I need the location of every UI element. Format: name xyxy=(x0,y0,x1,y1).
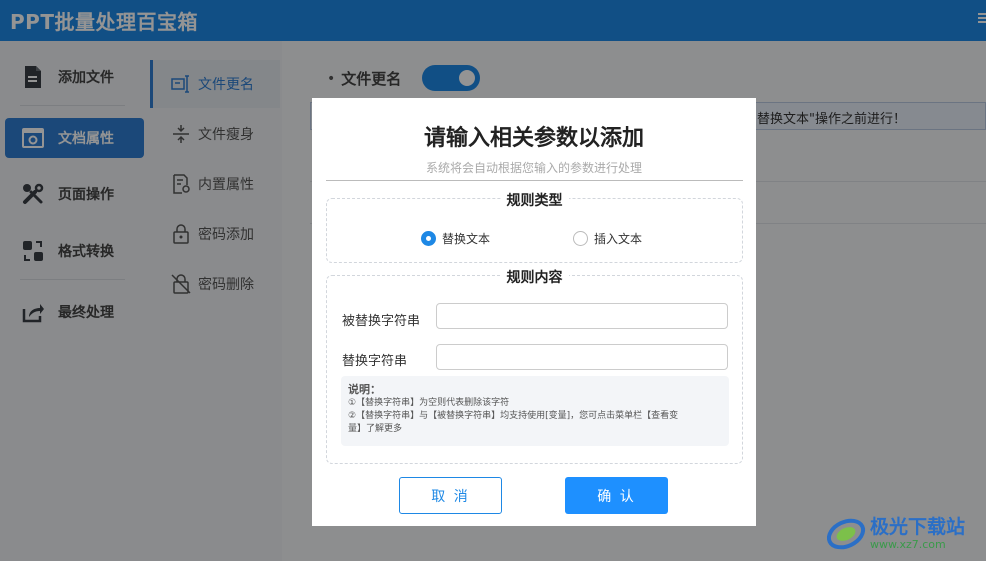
rule-type-group: 规则类型 替换文本 插入文本 xyxy=(326,193,743,263)
watermark-logo: 极光下载站 www.xz7.com xyxy=(824,508,984,556)
rule-content-legend: 规则内容 xyxy=(500,270,569,286)
instructions-line: ①【替换字符串】为空则代表删除该字符 xyxy=(348,398,510,408)
rule-content-group: 规则内容 被替换字符串 替换字符串 说明： ①【替换字符串】为空则代表删除该字符… xyxy=(326,270,743,464)
radio-replace-text[interactable]: 替换文本 xyxy=(421,230,490,247)
radio-insert-text[interactable]: 插入文本 xyxy=(573,230,642,247)
divider xyxy=(326,180,743,181)
confirm-button[interactable]: 确 认 xyxy=(565,477,668,514)
instructions-title: 说明： xyxy=(348,383,381,396)
replace-string-label: 替换字符串 xyxy=(342,354,408,369)
find-string-label: 被替换字符串 xyxy=(342,314,421,329)
radio-label: 插入文本 xyxy=(594,232,643,246)
dialog-subtitle: 系统将会自动根据您输入的参数进行处理 xyxy=(425,161,642,175)
radio-checked-icon xyxy=(421,231,436,246)
instructions-box: 说明： ①【替换字符串】为空则代表删除该字符 ②【替换字符串】与【被替换字符串】… xyxy=(341,376,729,446)
instructions-line: 量】了解更多 xyxy=(348,424,403,434)
instructions-line: ②【替换字符串】与【被替换字符串】均支持使用[变量]，您可点击菜单栏【查看变 xyxy=(348,411,679,421)
radio-label: 替换文本 xyxy=(442,232,491,246)
dialog-title: 请输入相关参数以添加 xyxy=(423,126,644,151)
radio-unchecked-icon xyxy=(573,231,588,246)
add-rule-dialog: 请输入相关参数以添加 系统将会自动根据您输入的参数进行处理 规则类型 替换文本 … xyxy=(312,98,756,526)
watermark-url: www.xz7.com xyxy=(870,538,946,551)
rule-type-legend: 规则类型 xyxy=(500,193,569,209)
cancel-button[interactable]: 取 消 xyxy=(399,477,502,514)
replace-string-input[interactable] xyxy=(436,344,728,370)
aurora-logo-icon xyxy=(826,518,866,550)
find-string-input[interactable] xyxy=(436,303,728,329)
watermark-text: 极光下载站 xyxy=(870,516,966,538)
